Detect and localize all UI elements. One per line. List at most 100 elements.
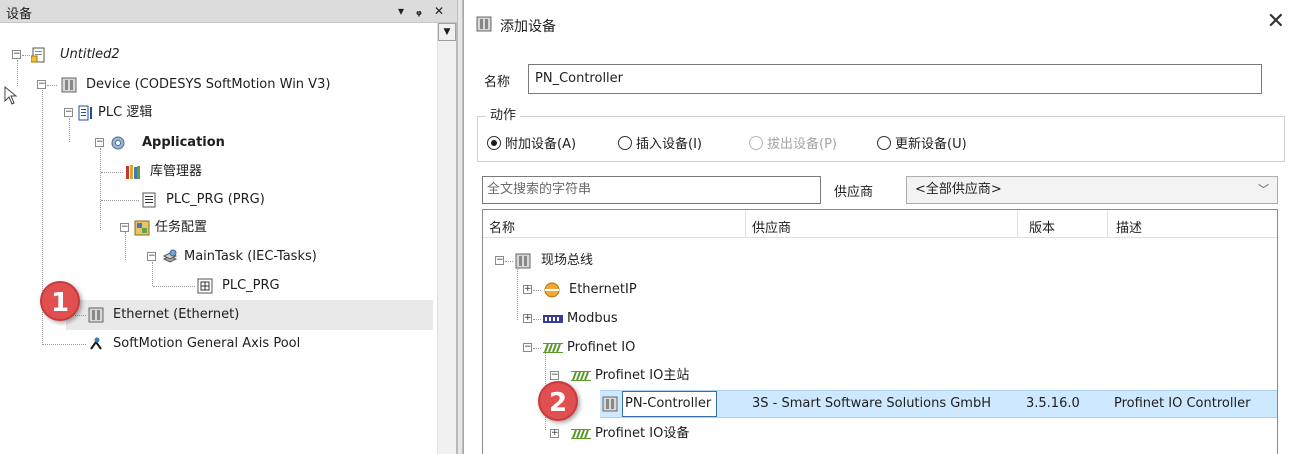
add-device-dialog: 添加设备 ✕ 名称 PN_Controller 动作 附加设备(A) 插入设备(… bbox=[463, 0, 1297, 454]
tree-connector bbox=[505, 261, 513, 262]
tree-item-main-task[interactable]: − MainTask (IEC-Tasks) bbox=[0, 245, 430, 269]
tree-connector bbox=[42, 344, 86, 345]
library-books-icon bbox=[126, 165, 140, 179]
task-icon bbox=[162, 249, 178, 263]
axis-pool-icon bbox=[90, 337, 102, 350]
device-icon bbox=[476, 16, 492, 32]
profinet-icon bbox=[571, 371, 591, 381]
tree-item-library-manager[interactable]: 库管理器 bbox=[0, 160, 430, 184]
column-header-version[interactable]: 版本 bbox=[1029, 217, 1055, 236]
column-header-vendor[interactable]: 供应商 bbox=[752, 217, 791, 236]
ethernetip-icon bbox=[544, 282, 560, 298]
radio-insert-device[interactable]: 插入设备(I) bbox=[618, 136, 702, 154]
tree-item-axis-pool[interactable]: SoftMotion General Axis Pool bbox=[0, 332, 430, 356]
tree-item-profinet-io[interactable]: − Profinet IO bbox=[483, 335, 1277, 361]
devices-panel: 设备 ▾ ᵩ ✕ ▼ − Untitled2 − Device (CODESYS… bbox=[0, 0, 457, 454]
tree-item-label: Ethernet (Ethernet) bbox=[113, 307, 240, 322]
tree-item-label: Profinet IO bbox=[567, 340, 636, 355]
program-call-icon bbox=[197, 278, 213, 294]
collapse-icon[interactable]: − bbox=[523, 343, 532, 352]
dialog-title: 添加设备 bbox=[500, 19, 556, 35]
tree-item-label: Profinet IO主站 bbox=[595, 368, 690, 383]
expand-icon[interactable]: + bbox=[550, 429, 559, 438]
device-icon bbox=[88, 307, 104, 323]
tree-connector bbox=[22, 55, 30, 56]
radio-update-device[interactable]: 更新设备(U) bbox=[877, 136, 967, 154]
tree-item-profinet-master[interactable]: − Profinet IO主站 bbox=[483, 363, 1277, 389]
scroll-up-arrow-icon[interactable]: ▼ bbox=[438, 23, 456, 41]
tree-item-label: SoftMotion General Axis Pool bbox=[113, 336, 301, 351]
radio-unchecked-icon bbox=[877, 136, 891, 150]
column-divider[interactable] bbox=[745, 210, 746, 238]
collapse-icon[interactable]: − bbox=[12, 50, 21, 59]
device-name-cell: PN-Controller bbox=[625, 396, 712, 411]
expand-icon[interactable]: + bbox=[523, 314, 532, 323]
tree-connector bbox=[533, 348, 541, 349]
tree-item-ethernetip[interactable]: + EthernetIP bbox=[483, 277, 1277, 303]
tree-item-plc-logic[interactable]: − PLC 逻辑 bbox=[0, 101, 430, 125]
device-vendor-cell: 3S - Smart Software Solutions GmbH bbox=[752, 396, 992, 411]
collapse-icon[interactable]: − bbox=[550, 371, 559, 380]
column-divider[interactable] bbox=[1107, 210, 1108, 238]
tree-scrollbar[interactable]: ▼ bbox=[437, 23, 456, 454]
radio-unchecked-icon bbox=[618, 136, 632, 150]
profinet-icon bbox=[571, 429, 591, 439]
tree-item-label: Profinet IO设备 bbox=[595, 426, 690, 441]
tree-item-task-config[interactable]: − 任务配置 bbox=[0, 216, 430, 240]
devices-panel-title: 设备 bbox=[6, 7, 33, 22]
pin-icon[interactable]: ᵩ bbox=[411, 2, 427, 20]
tree-item-label: EthernetIP bbox=[569, 282, 637, 297]
collapse-icon[interactable]: − bbox=[120, 223, 129, 232]
device-catalog-grid: 名称 供应商 版本 描述 − 现场总线 + EthernetIP + Modbu… bbox=[482, 209, 1278, 454]
expand-icon[interactable]: + bbox=[523, 285, 532, 294]
close-icon[interactable]: ✕ bbox=[431, 2, 447, 20]
device-description-cell: Profinet IO Controller bbox=[1114, 396, 1251, 411]
gear-icon bbox=[111, 136, 125, 150]
collapse-icon[interactable]: − bbox=[64, 108, 73, 117]
tree-item-device[interactable]: − Device (CODESYS SoftMotion Win V3) bbox=[0, 73, 430, 97]
action-group-title: 动作 bbox=[486, 104, 521, 123]
vendor-select-value: <全部供应商> bbox=[915, 182, 1002, 197]
radio-checked-icon bbox=[487, 136, 501, 150]
tree-connector bbox=[47, 85, 57, 86]
device-icon bbox=[515, 253, 531, 269]
radio-label: 插入设备(I) bbox=[636, 137, 702, 152]
fulltext-search-input[interactable]: 全文搜索的字符串 bbox=[482, 176, 821, 204]
column-header-name[interactable]: 名称 bbox=[489, 217, 515, 236]
tree-item-modbus[interactable]: + Modbus bbox=[483, 306, 1277, 332]
tree-connector bbox=[101, 200, 139, 201]
radio-label: 附加设备(A) bbox=[505, 137, 577, 152]
column-divider[interactable] bbox=[1017, 210, 1018, 238]
radio-append-device[interactable]: 附加设备(A) bbox=[487, 136, 576, 154]
step-badge-2: 2 bbox=[538, 381, 578, 421]
tree-item-plc-prg[interactable]: PLC_PRG (PRG) bbox=[0, 188, 430, 212]
collapse-icon[interactable]: − bbox=[37, 80, 46, 89]
chevron-down-icon: ﹀ bbox=[1258, 183, 1269, 196]
devices-panel-header: 设备 ▾ ᵩ ✕ bbox=[0, 0, 457, 23]
tree-item-fieldbus[interactable]: − 现场总线 bbox=[483, 248, 1277, 274]
tree-item-application[interactable]: − Application bbox=[0, 131, 430, 155]
tree-connector bbox=[153, 286, 195, 287]
tree-item-label: MainTask (IEC-Tasks) bbox=[184, 249, 317, 264]
tree-item-label: PLC 逻辑 bbox=[98, 105, 153, 120]
close-icon[interactable]: ✕ bbox=[1267, 11, 1285, 33]
tree-item-project[interactable]: − Untitled2 bbox=[0, 43, 430, 67]
collapse-icon[interactable]: − bbox=[495, 256, 504, 265]
radio-unchecked-icon bbox=[749, 136, 763, 150]
program-file-icon bbox=[142, 192, 156, 208]
tree-item-profinet-device[interactable]: + Profinet IO设备 bbox=[483, 421, 1277, 447]
task-config-icon bbox=[134, 220, 150, 236]
panel-dropdown-icon[interactable]: ▾ bbox=[393, 2, 409, 20]
column-header-description[interactable]: 描述 bbox=[1116, 217, 1142, 236]
tree-item-label: PLC_PRG bbox=[222, 278, 280, 293]
table-row-pn-controller[interactable]: PN-Controller 3S - Smart Software Soluti… bbox=[483, 391, 1277, 417]
vendor-label: 供应商 bbox=[834, 185, 874, 200]
tree-connector bbox=[533, 290, 541, 291]
tree-item-label: 现场总线 bbox=[541, 253, 594, 268]
radio-label: 拔出设备(P) bbox=[767, 137, 837, 152]
vendor-select[interactable]: <全部供应商> ﹀ bbox=[906, 176, 1278, 204]
device-name-input[interactable]: PN_Controller bbox=[528, 64, 1262, 94]
collapse-icon[interactable]: − bbox=[147, 252, 156, 261]
collapse-icon[interactable]: − bbox=[95, 138, 104, 147]
radio-unplug-device: 拔出设备(P) bbox=[749, 136, 837, 154]
